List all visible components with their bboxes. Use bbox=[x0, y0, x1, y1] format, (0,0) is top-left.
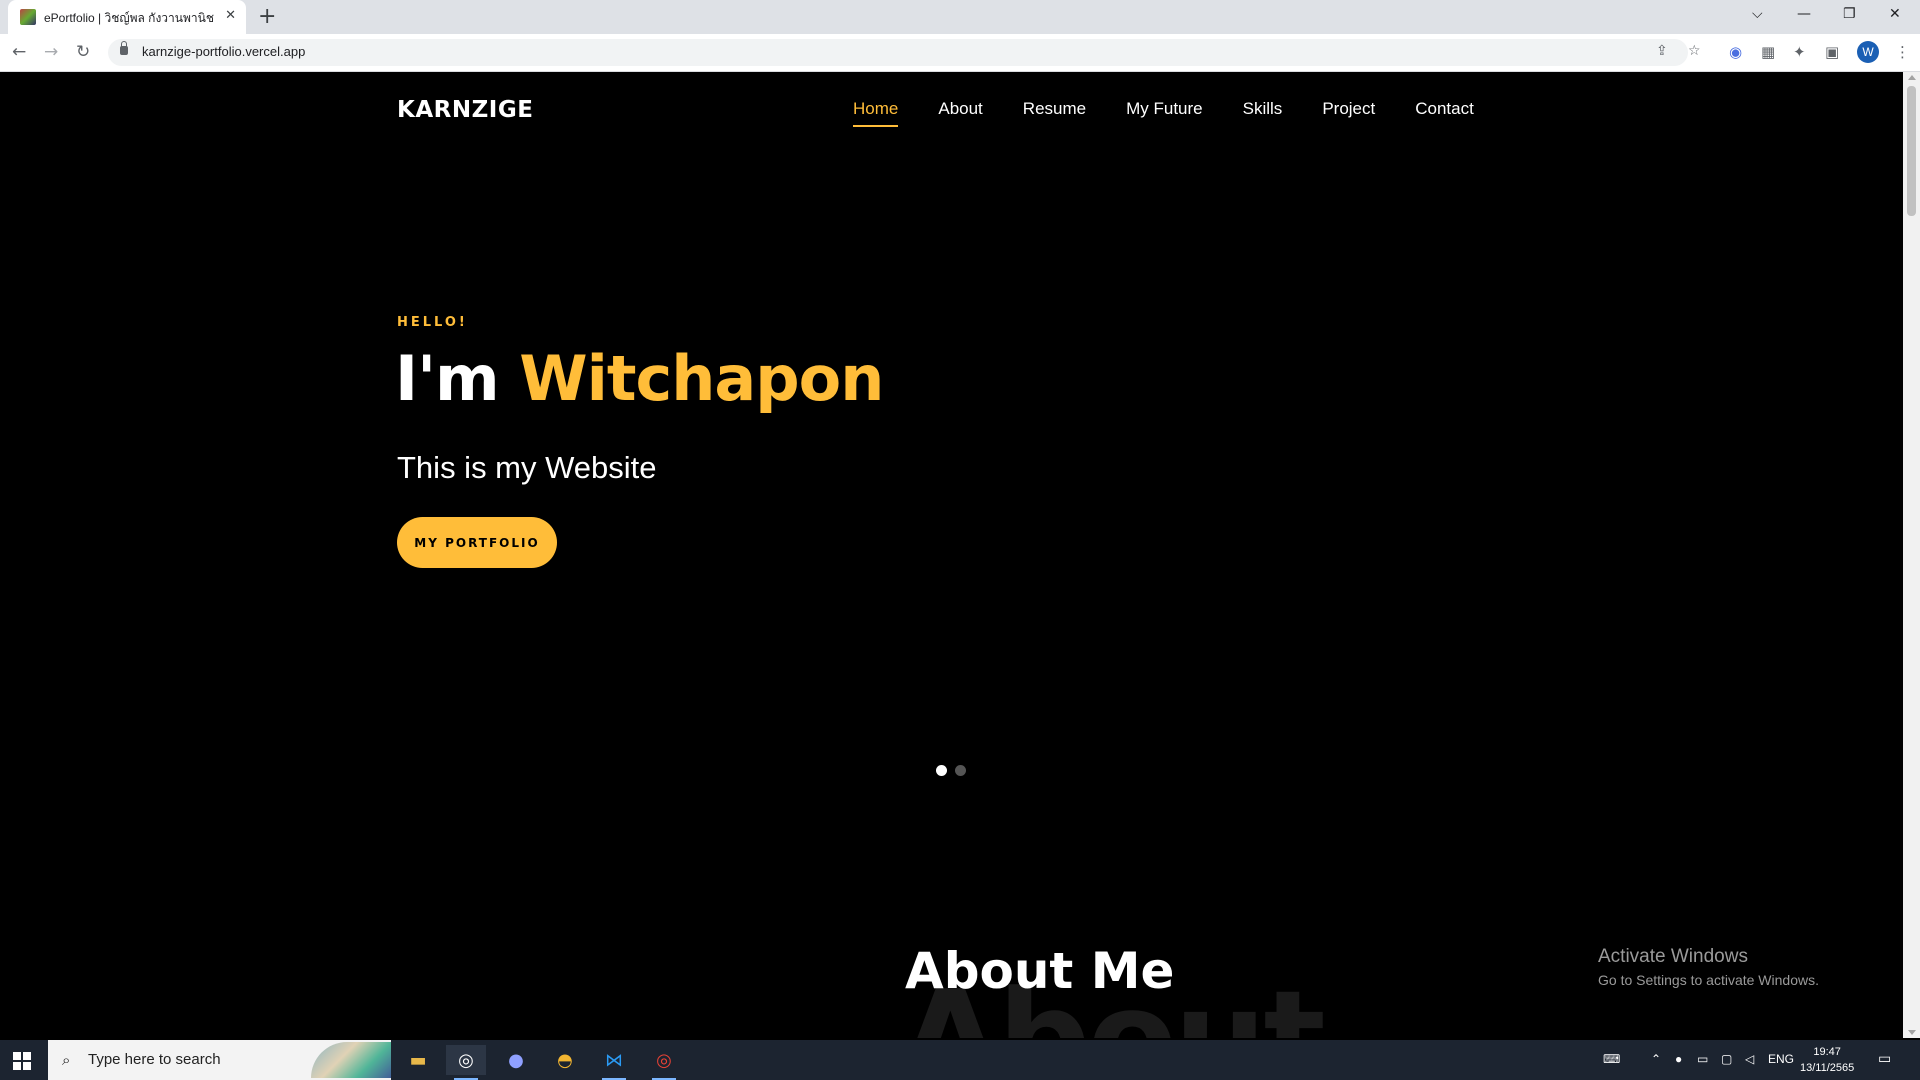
tab-title: ePortfolio | วิชญ์พล กังวานพานิชย์ bbox=[44, 11, 214, 25]
address-bar[interactable]: karnzige-portfolio.vercel.app ⇪ ☆ bbox=[108, 39, 1701, 66]
minimize-icon[interactable]: — bbox=[1797, 6, 1811, 22]
volume-icon[interactable]: ◁ bbox=[1745, 1052, 1754, 1066]
reload-icon[interactable]: ↻ bbox=[76, 42, 90, 62]
nav-contact[interactable]: Contact bbox=[1415, 99, 1474, 127]
nav-resume[interactable]: Resume bbox=[1023, 99, 1086, 127]
taskbar-search[interactable]: ⌕ Type here to search bbox=[48, 1040, 391, 1080]
notifications-icon[interactable]: ▭ bbox=[1878, 1050, 1891, 1067]
bookmark-star-icon[interactable]: ☆ bbox=[1688, 43, 1701, 59]
scrollbar-thumb[interactable] bbox=[1907, 86, 1916, 216]
side-panel-icon[interactable]: ▣ bbox=[1825, 43, 1839, 61]
keyboard-icon[interactable]: ⌨ bbox=[1603, 1052, 1620, 1066]
main-nav: Home About Resume My Future Skills Proje… bbox=[853, 99, 1514, 127]
clock-time: 19:47 bbox=[1813, 1046, 1841, 1058]
taskbar-clock[interactable]: 19:47 13/11/2565 bbox=[1800, 1044, 1854, 1076]
hero-headline: I'm Witchapon bbox=[395, 342, 884, 415]
discord-icon[interactable]: ● bbox=[496, 1045, 536, 1075]
hero-name: Witchapon bbox=[519, 342, 884, 415]
web-page: KARNZIGE Home About Resume My Future Ski… bbox=[0, 72, 1903, 1038]
network-icon[interactable]: ▢ bbox=[1721, 1052, 1732, 1066]
extensions-puzzle-icon[interactable]: ✦ bbox=[1793, 43, 1806, 61]
scroll-down-icon[interactable] bbox=[1908, 1030, 1916, 1035]
language-indicator[interactable]: ENG bbox=[1768, 1052, 1794, 1066]
clock-date: 13/11/2565 bbox=[1800, 1062, 1855, 1074]
search-icon: ⌕ bbox=[62, 1051, 71, 1069]
about-heading: About Me bbox=[905, 942, 1175, 1000]
activate-title: Activate Windows bbox=[1598, 946, 1748, 967]
battery-icon[interactable]: ▭ bbox=[1697, 1052, 1708, 1066]
nav-skills[interactable]: Skills bbox=[1243, 99, 1283, 127]
microphone-icon[interactable]: ● bbox=[1675, 1052, 1682, 1066]
restore-icon[interactable]: ❐ bbox=[1843, 6, 1856, 22]
back-icon[interactable]: ← bbox=[12, 42, 26, 62]
my-portfolio-button[interactable]: MY PORTFOLIO bbox=[397, 517, 557, 568]
extension-icon[interactable]: ◉ bbox=[1729, 43, 1742, 61]
profile-avatar[interactable]: W bbox=[1857, 41, 1879, 63]
new-tab-icon[interactable]: + bbox=[258, 4, 276, 29]
browser-tab[interactable]: ePortfolio | วิชญ์พล กังวานพานิชย์ ✕ bbox=[8, 0, 246, 34]
chrome-profile-k-icon[interactable]: ◎ bbox=[644, 1045, 684, 1080]
search-highlight-art bbox=[311, 1042, 391, 1078]
app-mascot-icon[interactable]: ◓ bbox=[545, 1045, 585, 1075]
lock-icon[interactable] bbox=[120, 41, 128, 55]
browser-toolbar: ← → ↻ karnzige-portfolio.vercel.app ⇪ ☆ … bbox=[0, 34, 1920, 72]
carousel-dots bbox=[936, 765, 966, 776]
scroll-up-icon[interactable] bbox=[1908, 75, 1916, 80]
site-favicon-icon bbox=[20, 9, 36, 25]
nav-home[interactable]: Home bbox=[853, 99, 899, 127]
windows-start-icon[interactable] bbox=[13, 1052, 31, 1070]
site-logo[interactable]: KARNZIGE bbox=[397, 97, 533, 123]
close-window-icon[interactable]: ✕ bbox=[1889, 6, 1901, 22]
file-explorer-icon[interactable]: ▬ bbox=[398, 1045, 438, 1075]
browser-tab-bar: ePortfolio | วิชญ์พล กังวานพานิชย์ ✕ + ⌵… bbox=[0, 0, 1920, 34]
close-tab-icon[interactable]: ✕ bbox=[225, 8, 236, 23]
qr-code-icon[interactable]: ▦ bbox=[1761, 43, 1775, 61]
vscode-icon[interactable]: ⋈ bbox=[594, 1045, 634, 1080]
carousel-dot-1[interactable] bbox=[936, 765, 947, 776]
url-text[interactable]: karnzige-portfolio.vercel.app bbox=[142, 44, 305, 59]
nav-my-future[interactable]: My Future bbox=[1126, 99, 1203, 127]
chrome-profile-w-icon[interactable]: ◎ bbox=[446, 1045, 486, 1080]
windows-taskbar: ⌕ Type here to search ▬ ◎ ● ◓ ⋈ ◎ ⌨ ⌃ ● … bbox=[0, 1040, 1920, 1080]
activate-subtitle: Go to Settings to activate Windows. bbox=[1598, 972, 1819, 988]
hero-headline-prefix: I'm bbox=[395, 342, 520, 415]
activate-windows-watermark: Activate Windows Go to Settings to activ… bbox=[1598, 946, 1819, 988]
hero-greeting: HELLO! bbox=[397, 315, 468, 330]
hero-subtitle: This is my Website bbox=[397, 450, 657, 485]
menu-kebab-icon[interactable]: ⋮ bbox=[1895, 43, 1910, 61]
nav-project[interactable]: Project bbox=[1322, 99, 1375, 127]
forward-icon[interactable]: → bbox=[44, 42, 58, 62]
share-icon[interactable]: ⇪ bbox=[1656, 43, 1668, 59]
tab-search-icon[interactable]: ⌵ bbox=[1752, 6, 1763, 22]
carousel-dot-2[interactable] bbox=[955, 765, 966, 776]
nav-about[interactable]: About bbox=[938, 99, 982, 127]
page-scrollbar[interactable] bbox=[1903, 72, 1920, 1038]
show-hidden-icons-icon[interactable]: ⌃ bbox=[1651, 1052, 1661, 1066]
search-placeholder[interactable]: Type here to search bbox=[88, 1051, 221, 1068]
